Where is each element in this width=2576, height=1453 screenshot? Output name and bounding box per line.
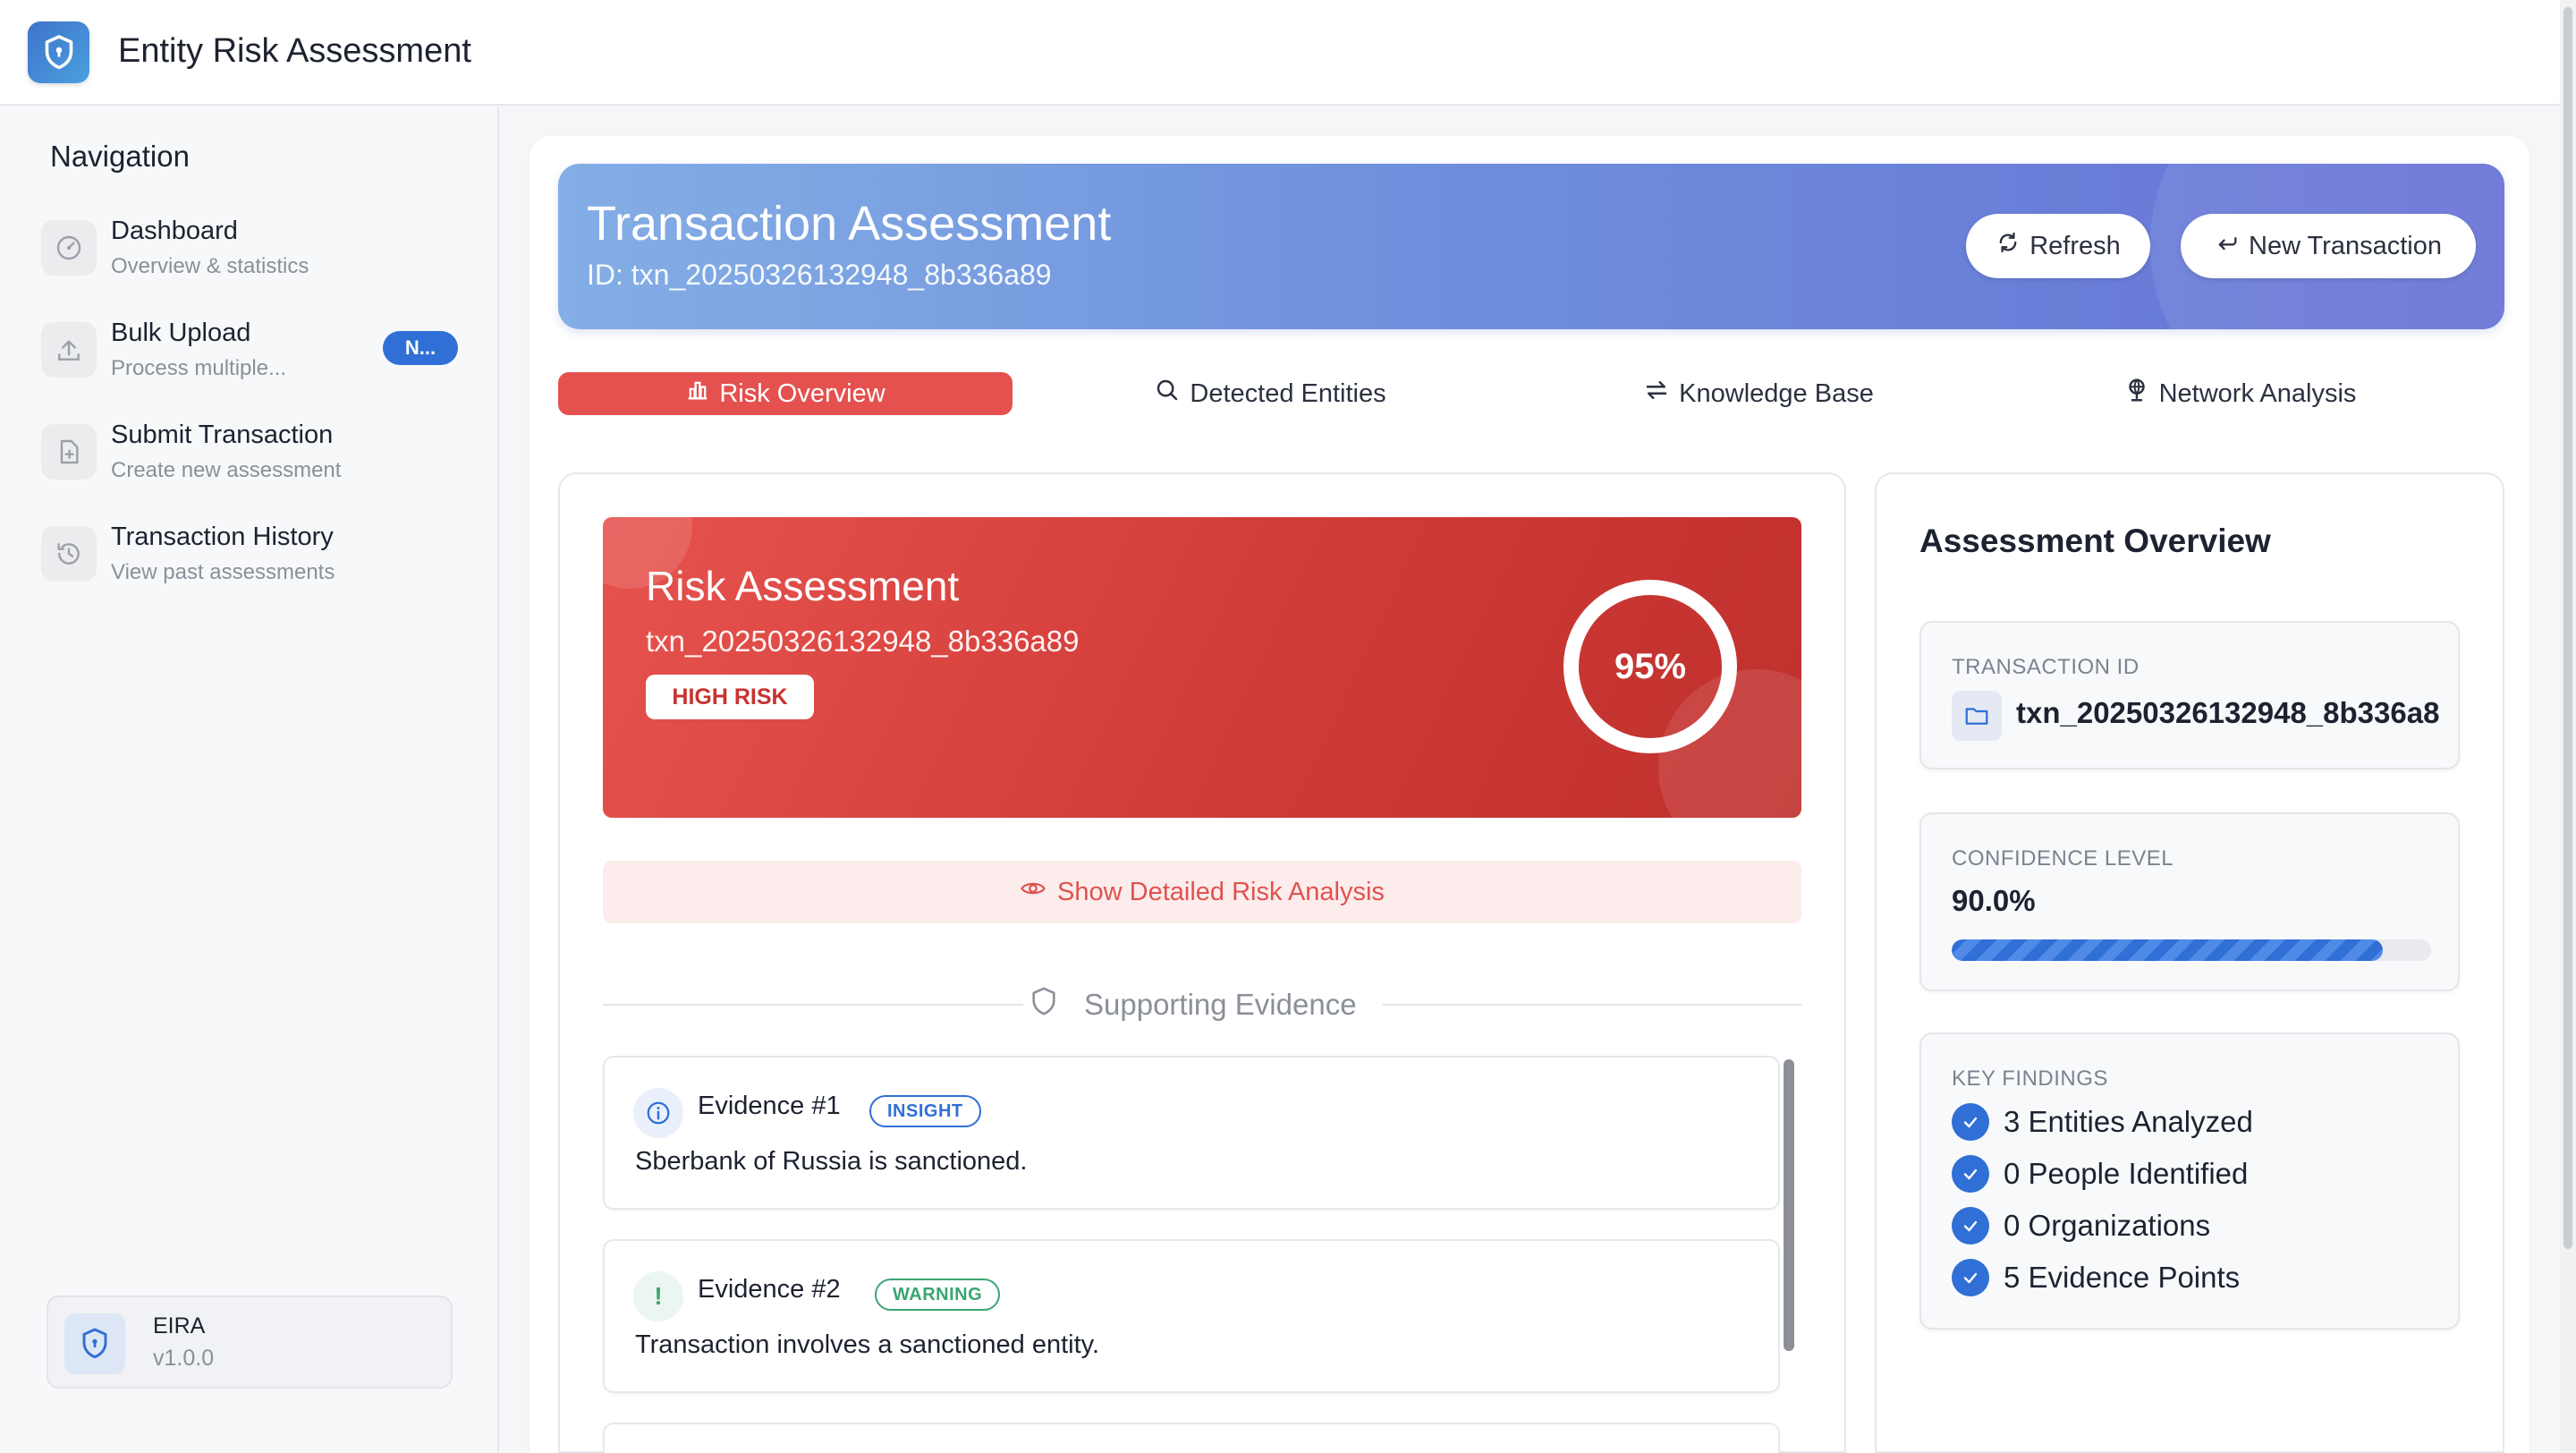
sidebar-item-submit-transaction[interactable]: Submit Transaction Create new assessment bbox=[41, 410, 462, 496]
tab-knowledge-base[interactable]: Knowledge Base bbox=[1531, 372, 1986, 415]
refresh-button[interactable]: Refresh bbox=[1966, 214, 2150, 278]
risk-transaction-id: txn_20250326132948_8b336a89 bbox=[646, 625, 1080, 658]
bar-chart-icon bbox=[685, 378, 710, 410]
transaction-id-label: TRANSACTION ID bbox=[1952, 655, 2140, 679]
finding-item: 5 Evidence Points bbox=[1952, 1258, 2240, 1297]
confidence-box: CONFIDENCE LEVEL 90.0% bbox=[1919, 812, 2460, 991]
evidence-heading: Supporting Evidence bbox=[1029, 984, 1357, 1025]
risk-level-badge: HIGH RISK bbox=[646, 675, 814, 719]
shield-logo-icon bbox=[28, 21, 89, 83]
sidebar-item-subtitle: Overview & statistics bbox=[111, 254, 309, 278]
show-detailed-analysis-button[interactable]: Show Detailed Risk Analysis bbox=[603, 861, 1801, 923]
version-name: EIRA bbox=[153, 1313, 206, 1338]
confidence-value: 90.0% bbox=[1952, 884, 2036, 917]
tab-label: Knowledge Base bbox=[1679, 378, 1874, 408]
refresh-label: Refresh bbox=[2029, 231, 2121, 260]
risk-score-ring: 95% bbox=[1563, 580, 1737, 753]
confidence-label: CONFIDENCE LEVEL bbox=[1952, 846, 2174, 871]
folder-icon bbox=[1952, 691, 2002, 741]
warning-tag: WARNING bbox=[875, 1279, 1001, 1311]
info-icon bbox=[633, 1088, 683, 1138]
evidence-scrollbar[interactable] bbox=[1784, 1059, 1794, 1351]
evidence-card bbox=[603, 1423, 1780, 1453]
sidebar-item-subtitle: Process multiple... bbox=[111, 356, 287, 380]
risk-assessment-banner: Risk Assessment txn_20250326132948_8b336… bbox=[603, 517, 1801, 818]
finding-text: 0 People Identified bbox=[2004, 1157, 2249, 1190]
search-icon bbox=[1154, 377, 1181, 411]
finding-text: 0 Organizations bbox=[2004, 1209, 2211, 1242]
evidence-card: ! Evidence #2 WARNING Transaction involv… bbox=[603, 1239, 1780, 1393]
risk-title: Risk Assessment bbox=[646, 563, 960, 609]
finding-item: 3 Entities Analyzed bbox=[1952, 1102, 2253, 1142]
evidence-title: Evidence #2 bbox=[698, 1275, 841, 1304]
divider bbox=[603, 1004, 1023, 1006]
tab-label: Detected Entities bbox=[1190, 378, 1386, 408]
insight-tag: INSIGHT bbox=[869, 1095, 981, 1127]
finding-text: 5 Evidence Points bbox=[2004, 1261, 2241, 1294]
check-circle-icon bbox=[1952, 1103, 1989, 1141]
file-plus-icon bbox=[41, 424, 97, 480]
transaction-id-subtitle: ID: txn_20250326132948_8b336a89 bbox=[587, 259, 1052, 291]
shield-icon bbox=[1029, 986, 1059, 1024]
shield-icon bbox=[64, 1313, 125, 1374]
warning-icon: ! bbox=[633, 1271, 683, 1321]
detail-button-label: Show Detailed Risk Analysis bbox=[1057, 877, 1385, 906]
key-findings-label: KEY FINDINGS bbox=[1952, 1066, 2108, 1091]
tab-risk-overview[interactable]: Risk Overview bbox=[558, 372, 1013, 415]
divider bbox=[1383, 1004, 1801, 1006]
sidebar-item-label: Submit Transaction bbox=[111, 421, 334, 449]
check-circle-icon bbox=[1952, 1207, 1989, 1245]
evidence-text: Transaction involves a sanctioned entity… bbox=[635, 1330, 1100, 1359]
overview-title: Assessment Overview bbox=[1919, 523, 2271, 559]
sidebar-item-label: Bulk Upload bbox=[111, 319, 251, 347]
tab-label: Network Analysis bbox=[2158, 378, 2357, 408]
upload-icon bbox=[41, 322, 97, 378]
transaction-id-value: txn_20250326132948_8b336a8 bbox=[2016, 696, 2440, 729]
new-transaction-label: New Transaction bbox=[2249, 231, 2442, 260]
confidence-progress-fill bbox=[1952, 939, 2384, 961]
check-circle-icon bbox=[1952, 1259, 1989, 1296]
top-app-bar: Entity Risk Assessment bbox=[0, 0, 2576, 106]
transaction-header: Transaction Assessment ID: txn_202503261… bbox=[558, 164, 2504, 329]
finding-item: 0 People Identified bbox=[1952, 1154, 2248, 1194]
sidebar-item-bulk-upload[interactable]: Bulk Upload Process multiple... N... bbox=[41, 308, 462, 394]
sidebar-item-transaction-history[interactable]: Transaction History View past assessment… bbox=[41, 512, 462, 598]
eye-icon bbox=[1020, 875, 1046, 909]
gauge-icon bbox=[41, 220, 97, 276]
confidence-progress bbox=[1952, 939, 2431, 961]
sidebar-item-label: Dashboard bbox=[111, 217, 238, 245]
risk-score: 95% bbox=[1614, 646, 1687, 686]
swap-icon bbox=[1643, 377, 1670, 411]
tab-network-analysis[interactable]: Network Analysis bbox=[2012, 372, 2467, 415]
new-transaction-button[interactable]: New Transaction bbox=[2181, 214, 2476, 278]
app-title: Entity Risk Assessment bbox=[118, 32, 471, 70]
nav-heading: Navigation bbox=[50, 140, 190, 173]
finding-item: 0 Organizations bbox=[1952, 1206, 2210, 1245]
page-title: Transaction Assessment bbox=[587, 197, 1112, 251]
evidence-heading-label: Supporting Evidence bbox=[1084, 988, 1357, 1021]
sidebar-item-label: Transaction History bbox=[111, 523, 334, 551]
evidence-title: Evidence #1 bbox=[698, 1092, 841, 1120]
globe-icon bbox=[2123, 377, 2150, 411]
refresh-icon bbox=[1996, 230, 2021, 262]
new-badge: N... bbox=[383, 331, 458, 365]
evidence-card: Evidence #1 INSIGHT Sberbank of Russia i… bbox=[603, 1056, 1780, 1210]
check-circle-icon bbox=[1952, 1155, 1989, 1193]
sidebar: Navigation Dashboard Overview & statisti… bbox=[0, 107, 499, 1453]
page-scrollbar[interactable] bbox=[2563, 7, 2572, 1249]
sidebar-item-dashboard[interactable]: Dashboard Overview & statistics bbox=[41, 206, 462, 292]
sidebar-item-subtitle: View past assessments bbox=[111, 560, 335, 584]
history-icon bbox=[41, 526, 97, 582]
tab-detected-entities[interactable]: Detected Entities bbox=[1043, 372, 1497, 415]
transaction-id-box: TRANSACTION ID txn_20250326132948_8b336a… bbox=[1919, 621, 2460, 769]
evidence-text: Sberbank of Russia is sanctioned. bbox=[635, 1147, 1028, 1176]
version-number: v1.0.0 bbox=[153, 1346, 215, 1371]
sidebar-item-subtitle: Create new assessment bbox=[111, 458, 342, 482]
finding-text: 3 Entities Analyzed bbox=[2004, 1105, 2253, 1138]
return-arrow-icon bbox=[2215, 230, 2240, 262]
key-findings-box: KEY FINDINGS 3 Entities Analyzed 0 Peopl… bbox=[1919, 1032, 2460, 1330]
version-card: EIRA v1.0.0 bbox=[47, 1296, 453, 1389]
tab-label: Risk Overview bbox=[719, 378, 886, 408]
